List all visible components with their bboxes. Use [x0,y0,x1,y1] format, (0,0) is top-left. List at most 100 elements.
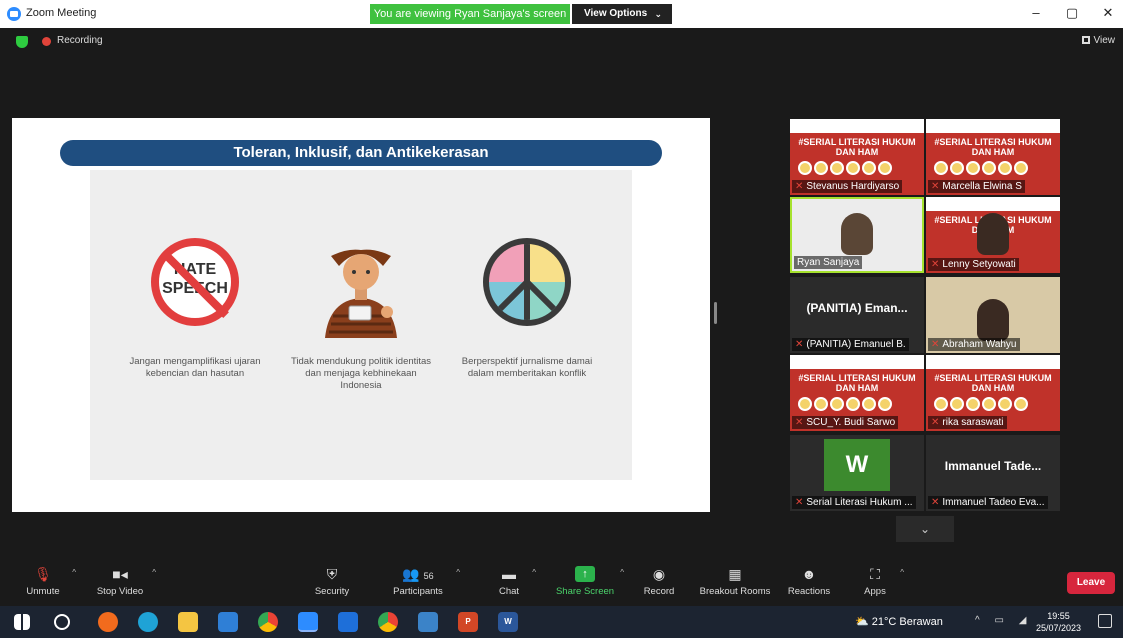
hate-speech-sign-icon: HATE SPEECH [151,238,239,326]
muted-mic-icon: ✕ [795,497,804,508]
slide-item-caption: Berperspektif jurnalisme damai dalam mem… [461,356,593,379]
participant-tile[interactable]: #SERIAL LITERASI HUKUM DAN HAM ✕ SCU_Y. B… [790,355,924,431]
shared-screen: Toleran, Inklusif, dan Antikekerasan HAT… [12,118,710,512]
notification-icon[interactable] [1098,614,1112,628]
chat-button[interactable]: ▬ Chat ^ [494,566,536,597]
participant-display-name: Immanuel Tade... [944,459,1042,473]
participant-avatar-letter: W [824,439,890,491]
weather-widget[interactable]: ⛅ 21°C Berawan [855,615,943,628]
chevron-down-icon: ⌄ [919,522,931,536]
participant-tile[interactable]: ✕ Abraham Wahyu [926,277,1060,353]
photos-icon[interactable] [418,612,438,632]
windows-start-icon[interactable] [14,614,30,630]
powerpoint-icon[interactable]: P [458,612,478,632]
weather-text: 21°C Berawan [871,616,943,628]
participant-tile[interactable]: Immanuel Tade... ✕ Immanuel Tadeo Eva... [926,435,1060,511]
calendar-icon[interactable] [338,612,358,632]
security-button[interactable]: ⛨ Security [310,566,354,597]
participant-tile[interactable]: #SERIAL LITERASI HUKUM DAN HAM ✕ rika sar… [926,355,1060,431]
breakout-rooms-label: Breakout Rooms [699,586,771,597]
caret-up-icon[interactable]: ^ [152,568,156,577]
participant-name: Ryan Sanjaya [797,257,860,268]
caret-up-icon[interactable]: ^ [72,568,76,577]
minimize-icon[interactable]: – [1028,5,1044,21]
chevron-down-icon: ⌄ [654,9,662,19]
muted-mic-icon: ✕ [795,417,804,428]
participant-name: Abraham Wahyu [942,339,1017,350]
slide-item-peace: Berperspektif jurnalisme damai dalam mem… [452,238,602,380]
word-icon[interactable]: W [498,612,518,632]
split-resize-handle[interactable] [714,302,717,324]
stop-video-button[interactable]: ■◂ Stop Video ^ [92,566,156,597]
clock[interactable]: 19:55 25/07/2023 [1036,610,1081,634]
reactions-button[interactable]: ☻ Reactions [786,566,832,597]
caret-up-icon[interactable]: ^ [456,568,460,577]
participant-video [977,299,1009,341]
unmute-label: Unmute [26,586,60,597]
caret-up-icon[interactable]: ^ [532,568,536,577]
participant-tile[interactable]: W ✕ Serial Literasi Hukum ... [790,435,924,511]
poster-text: #SERIAL LITERASI HUKUM DAN HAM [934,137,1052,157]
chrome-icon[interactable] [378,612,398,632]
muted-mic-icon: ✕ [931,417,940,428]
share-screen-icon: ↑ [575,566,595,582]
close-icon[interactable]: ✕ [1100,5,1116,21]
grid-icon [1081,36,1090,44]
muted-mic-icon: 🎙 [34,566,52,582]
share-screen-button[interactable]: ↑ Share Screen ^ [554,566,624,597]
poster-text: #SERIAL LITERASI HUKUM DAN HAM [798,137,916,157]
participant-name: Immanuel Tadeo Eva... [942,497,1045,508]
muted-mic-icon: ✕ [795,339,804,350]
gallery-next-page-button[interactable]: ⌄ [896,516,954,542]
edge-icon[interactable] [138,612,158,632]
muted-mic-icon: ✕ [931,259,940,270]
file-explorer-icon[interactable] [178,612,198,632]
participant-video [977,213,1009,255]
zoom-taskbar-icon[interactable] [298,612,318,632]
reactions-label: Reactions [787,586,831,597]
participant-name: (PANITIA) Emanuel B. [806,339,906,350]
title-bar: Zoom Meeting You are viewing Ryan Sanjay… [0,0,1123,28]
breakout-rooms-button[interactable]: ▦ Breakout Rooms [696,566,774,597]
participant-tile[interactable]: #SERIAL LITERASI HUKUM DAN HAM ✕ Marcella… [926,119,1060,195]
restore-icon[interactable]: ▢ [1064,5,1080,21]
view-options-button[interactable]: View Options ⌄ [572,4,672,24]
person-coffee-icon [311,238,411,338]
participants-icon: 👥 56 [402,566,434,582]
firefox-icon[interactable] [98,612,118,632]
participant-name: Lenny Setyowati [942,259,1016,270]
participant-name: Marcella Elwina S [942,181,1022,192]
slide-title: Toleran, Inklusif, dan Antikekerasan [60,140,662,166]
record-label: Record [643,586,675,597]
participant-tile[interactable]: (PANITIA) Eman... ✕ (PANITIA) Emanuel B. [790,277,924,353]
chat-bubble-icon: ▬ [502,566,516,582]
participants-label: Participants [393,586,443,597]
security-label: Security [314,586,350,597]
unmute-button[interactable]: 🎙 Unmute ^ [18,566,76,597]
apps-button[interactable]: ⛶ Apps ^ [860,566,904,597]
leave-button[interactable]: Leave [1067,572,1115,594]
muted-mic-icon: ✕ [931,339,940,350]
slide-item-caption: Jangan mengamplifikasi ujaran kebencian … [129,356,261,379]
participant-video [841,213,873,255]
participants-button[interactable]: 👥 56 Participants ^ [388,566,460,597]
participant-tile[interactable]: #SERIAL LITERASI HUKUM DAN HAM ✕Lenny Se… [926,197,1060,273]
recording-icon [42,37,51,46]
participant-tile-active-speaker[interactable]: Ryan Sanjaya [790,197,924,273]
participant-name: rika saraswati [942,417,1004,428]
caret-up-icon[interactable]: ^ [620,568,624,577]
caret-up-icon[interactable]: ^ [900,568,904,577]
apps-icon: ⛶ [870,566,880,582]
slide-item-caption: Tidak mendukung politik identitas dan me… [290,356,432,391]
view-button[interactable]: View [1081,35,1115,46]
participant-name: Serial Literasi Hukum ... [806,497,913,508]
meeting-info-strip: Recording View [0,28,1123,54]
participant-tile[interactable]: #SERIAL LITERASI HUKUM DAN HAM ✕ Stevanus… [790,119,924,195]
encryption-shield-icon[interactable] [16,36,28,48]
mail-icon[interactable] [218,612,238,632]
chrome-icon[interactable] [258,612,278,632]
system-tray[interactable]: ^ ▭ ◢ [975,615,1032,626]
record-button[interactable]: ◉ Record [640,566,678,597]
meeting-toolbar: 🎙 Unmute ^ ■◂ Stop Video ^ ⛨ Security 👥 … [0,558,1123,604]
search-icon[interactable] [54,614,70,630]
